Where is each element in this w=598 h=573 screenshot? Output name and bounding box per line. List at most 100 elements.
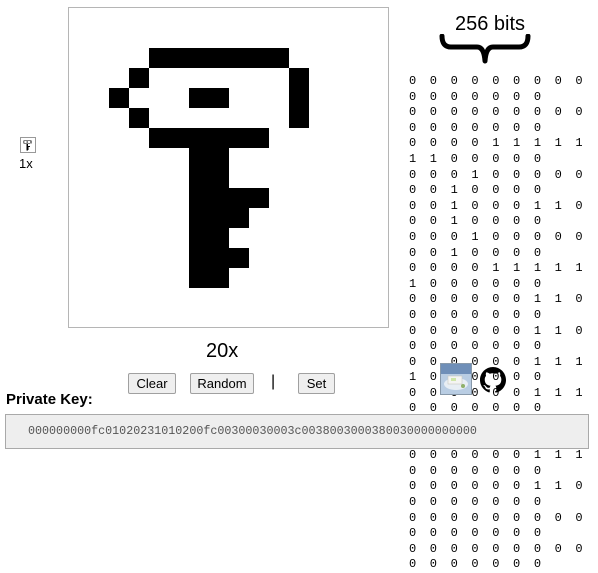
pixel-on[interactable] [169, 128, 189, 148]
bit-row: 0 0 0 0 1 1 1 1 1 1 1 0 0 0 0 0 [409, 136, 586, 166]
preview-pixel [27, 145, 28, 146]
set-button[interactable]: Set [298, 373, 335, 394]
pixel-on[interactable] [269, 48, 289, 68]
preview-pixel [27, 141, 28, 143]
pixel-on[interactable] [209, 88, 229, 108]
preview-pixel [30, 142, 32, 144]
pixel-editor-canvas[interactable] [68, 7, 389, 328]
preview-pixel [24, 139, 26, 141]
pixel-on[interactable] [149, 48, 169, 68]
pixel-on[interactable] [289, 108, 309, 128]
preview-pixel [26, 141, 28, 143]
pixel-on[interactable] [209, 268, 229, 288]
pixel-on[interactable] [109, 88, 129, 108]
pixel-on[interactable] [189, 168, 209, 188]
pixel-on[interactable] [149, 128, 169, 148]
bit-row: 0 0 0 0 0 0 1 1 0 0 0 0 0 0 0 0 [409, 323, 586, 354]
preview-pixel [26, 148, 28, 150]
pixel-on[interactable] [229, 248, 249, 268]
preview-pixel [28, 145, 29, 147]
pixel-on[interactable] [129, 68, 149, 88]
bit-row: 0 0 0 0 0 0 0 0 0 0 0 0 0 0 0 0 [409, 510, 586, 541]
preview-pixel [30, 140, 32, 142]
pixel-on[interactable] [229, 208, 249, 228]
preview-pixel [28, 139, 29, 141]
bit-row: 0 0 0 0 0 0 1 1 0 0 0 0 0 0 0 0 [409, 479, 586, 510]
pixel-on[interactable] [189, 188, 209, 208]
clear-button[interactable]: Clear [128, 373, 176, 394]
pixel-on[interactable] [209, 188, 229, 208]
bit-row: 0 0 0 0 0 0 1 1 0 0 0 0 0 0 0 0 [409, 292, 586, 322]
pixel-on[interactable] [189, 148, 209, 168]
bit-row: 0 0 1 0 0 0 1 1 0 0 0 1 0 0 0 0 [409, 198, 586, 229]
pixel-on[interactable] [229, 128, 249, 148]
small-preview-key-icon [20, 137, 36, 153]
pixel-on[interactable] [209, 168, 229, 188]
preview-pixel [26, 147, 28, 149]
preview-pixel [27, 145, 28, 147]
pixel-on[interactable] [189, 128, 209, 148]
pixel-on[interactable] [209, 248, 229, 268]
bit-row: 0 0 0 1 0 0 0 0 0 0 0 1 0 0 0 0 [409, 167, 586, 198]
key-icon [22, 139, 32, 151]
pixel-on[interactable] [189, 228, 209, 248]
preview-pixel [26, 144, 28, 145]
preview-pixel [27, 146, 28, 148]
bit-row: 0 0 0 0 1 1 1 1 1 1 0 0 0 0 0 0 [409, 261, 586, 291]
preview-pixel [26, 145, 28, 146]
preview-pixel [29, 139, 31, 141]
bit-row: 0 0 0 0 0 0 0 0 0 0 0 0 0 0 0 0 [409, 74, 586, 104]
pixel-on[interactable] [129, 108, 149, 128]
bit-row: 0 0 0 0 0 0 0 0 0 0 0 0 0 0 0 0 [409, 541, 586, 572]
preview-pixel [28, 139, 30, 141]
preview-pixel [28, 143, 30, 145]
preview-pixel [23, 142, 25, 144]
preview-pixel [28, 143, 29, 145]
pixel-on[interactable] [209, 128, 229, 148]
pixel-on[interactable] [249, 188, 269, 208]
pixel-on[interactable] [249, 48, 269, 68]
pixel-on[interactable] [189, 88, 209, 108]
bit-row: 0 0 0 0 0 0 0 0 0 0 0 0 0 0 0 0 [409, 105, 586, 135]
preview-pixel [27, 144, 28, 145]
pixel-on[interactable] [189, 248, 209, 268]
preview-pixel [27, 148, 28, 150]
small-zoom-label: 1x [19, 156, 33, 171]
preview-pixel [27, 143, 28, 145]
preview-pixel [27, 139, 28, 141]
pixel-on[interactable] [289, 88, 309, 108]
pixel-on[interactable] [209, 48, 229, 68]
pixel-on[interactable] [189, 268, 209, 288]
preview-pixel [28, 148, 29, 150]
preview-pixel [26, 139, 28, 141]
preview-pixel [28, 146, 29, 148]
pixel-on[interactable] [289, 68, 309, 88]
big-zoom-label: 20x [206, 340, 239, 362]
pixel-on[interactable] [169, 48, 189, 68]
pixel-on[interactable] [229, 48, 249, 68]
preview-pixel [26, 146, 28, 148]
preview-pixel [26, 149, 28, 151]
pixel-on[interactable] [189, 48, 209, 68]
pixel-on[interactable] [189, 208, 209, 228]
preview-pixel [25, 139, 27, 141]
curly-brace-icon [439, 34, 531, 64]
pixel-on[interactable] [209, 208, 229, 228]
preview-pixel [25, 143, 27, 145]
pixel-on[interactable] [229, 188, 249, 208]
pixel-grid[interactable] [69, 8, 389, 328]
preview-pixel [30, 141, 32, 143]
random-button[interactable]: Random [190, 373, 254, 394]
pixel-on[interactable] [209, 228, 229, 248]
preview-pixel [22, 141, 24, 143]
private-key-field[interactable]: 000000000fc01020231010200fc00300030003c0… [5, 414, 589, 449]
preview-pixel [27, 149, 28, 151]
photo-icon[interactable] [440, 363, 472, 395]
bit-row: 0 0 0 0 0 0 1 1 1 0 0 0 0 0 0 0 [409, 448, 586, 478]
pixel-on[interactable] [209, 148, 229, 168]
preview-pixel [28, 145, 30, 147]
preview-pixel [26, 143, 28, 145]
github-icon[interactable] [480, 367, 506, 393]
pixel-on[interactable] [249, 128, 269, 148]
preview-pixel [26, 145, 28, 147]
